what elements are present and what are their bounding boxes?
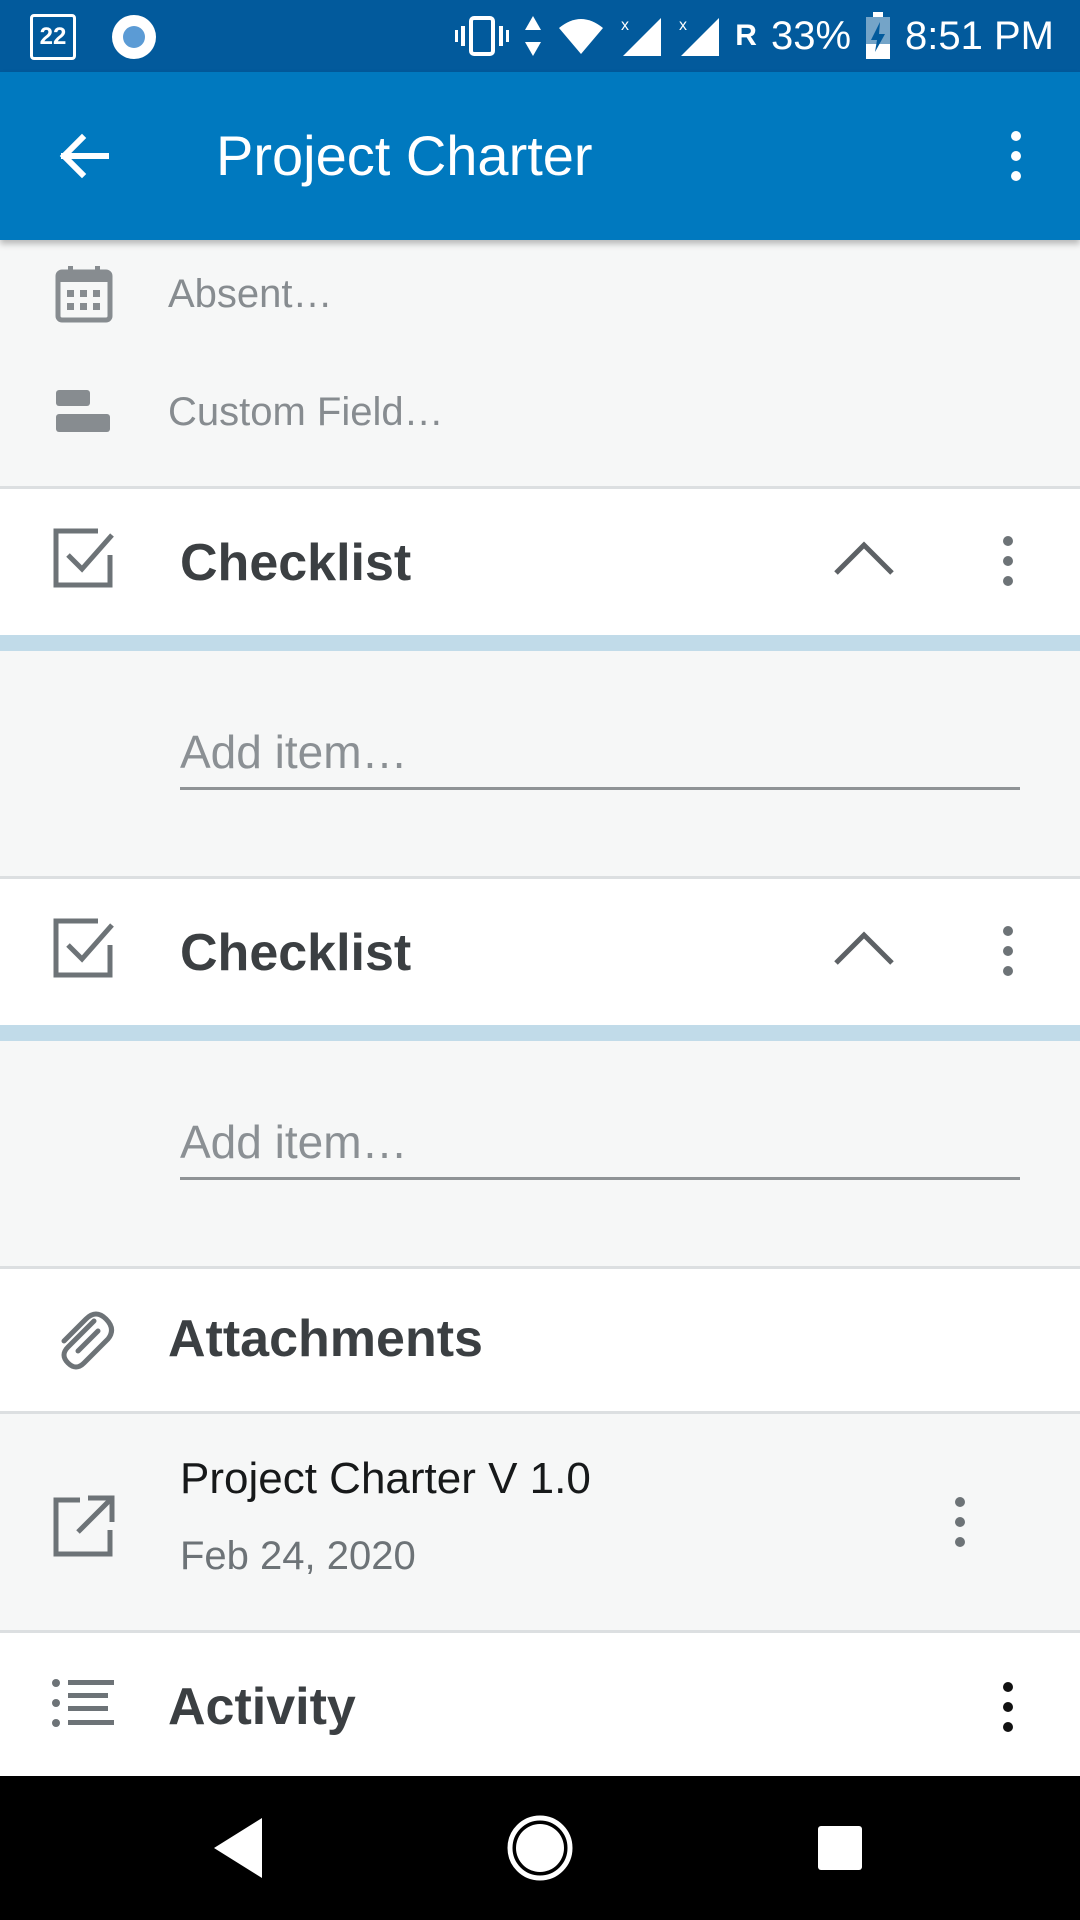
app-bar: Project Charter — [0, 72, 1080, 240]
custom-field-icon — [54, 382, 114, 442]
custom-field-label: Custom Field… — [168, 390, 444, 434]
notification-app-icon: 22 — [30, 14, 76, 60]
checklist-header: Checklist — [0, 489, 1080, 635]
activity-list-icon — [50, 1669, 118, 1737]
chevron-up-icon[interactable] — [830, 929, 898, 969]
nav-recents-icon[interactable] — [800, 1808, 880, 1888]
battery-percent: 33% — [770, 13, 852, 58]
signal-2-icon: x — [677, 14, 721, 58]
card-detail-content: Absent… Custom Field… Checklist Checklis… — [0, 240, 1080, 1776]
custom-field[interactable]: Custom Field… — [0, 362, 1080, 462]
status-bar: 22 x x R 33% 8:51 PM — [0, 0, 1080, 72]
arrow-left-icon[interactable] — [52, 124, 116, 188]
add-item-field[interactable] — [180, 1110, 1020, 1180]
system-nav-bar — [0, 1776, 1080, 1920]
checklist-progress-bar — [0, 635, 1080, 651]
checklist-progress-bar — [0, 1025, 1080, 1041]
checklist-menu-icon[interactable] — [990, 921, 1026, 981]
absent-field[interactable]: Absent… — [0, 244, 1080, 344]
open-external-icon — [50, 1492, 118, 1560]
svg-text:x: x — [621, 17, 629, 34]
checklist-menu-icon[interactable] — [990, 531, 1026, 591]
attachment-date: Feb 24, 2020 — [180, 1534, 416, 1578]
roaming-indicator: R — [735, 19, 757, 52]
add-item-input[interactable] — [180, 1110, 1020, 1174]
notification-circle-icon — [112, 15, 156, 59]
checklist-title: Checklist — [180, 534, 412, 592]
activity-title: Activity — [168, 1678, 356, 1736]
nav-home-icon[interactable] — [500, 1808, 580, 1888]
absent-field-label: Absent… — [168, 272, 333, 316]
more-vert-icon[interactable] — [992, 124, 1040, 188]
attachment-name: Project Charter V 1.0 — [180, 1454, 591, 1503]
add-item-field[interactable] — [180, 720, 1020, 790]
data-transfer-icon — [523, 14, 543, 58]
svg-text:x: x — [679, 17, 687, 34]
attachment-item[interactable]: Project Charter V 1.0 Feb 24, 2020 — [0, 1414, 1080, 1630]
nav-back-icon[interactable] — [200, 1808, 280, 1888]
vibrate-icon — [455, 14, 510, 58]
checklist-header: Checklist — [0, 879, 1080, 1025]
attachment-menu-icon[interactable] — [942, 1492, 978, 1552]
chevron-up-icon[interactable] — [830, 539, 898, 579]
wifi-icon — [557, 16, 605, 56]
clock: 8:51 PM — [905, 13, 1054, 58]
activity-header: Activity — [0, 1633, 1080, 1776]
signal-1-icon: x — [619, 14, 663, 58]
checkbox-icon — [50, 915, 118, 983]
checkbox-icon — [50, 525, 118, 593]
battery-charging-icon — [865, 12, 891, 60]
calendar-icon — [54, 264, 114, 324]
attachments-header: Attachments — [0, 1269, 1080, 1411]
checklist-title: Checklist — [180, 924, 412, 982]
attachments-title: Attachments — [168, 1310, 483, 1368]
activity-menu-icon[interactable] — [990, 1677, 1026, 1737]
paperclip-icon — [50, 1307, 118, 1375]
page-title: Project Charter — [216, 124, 593, 187]
add-item-input[interactable] — [180, 720, 1020, 784]
